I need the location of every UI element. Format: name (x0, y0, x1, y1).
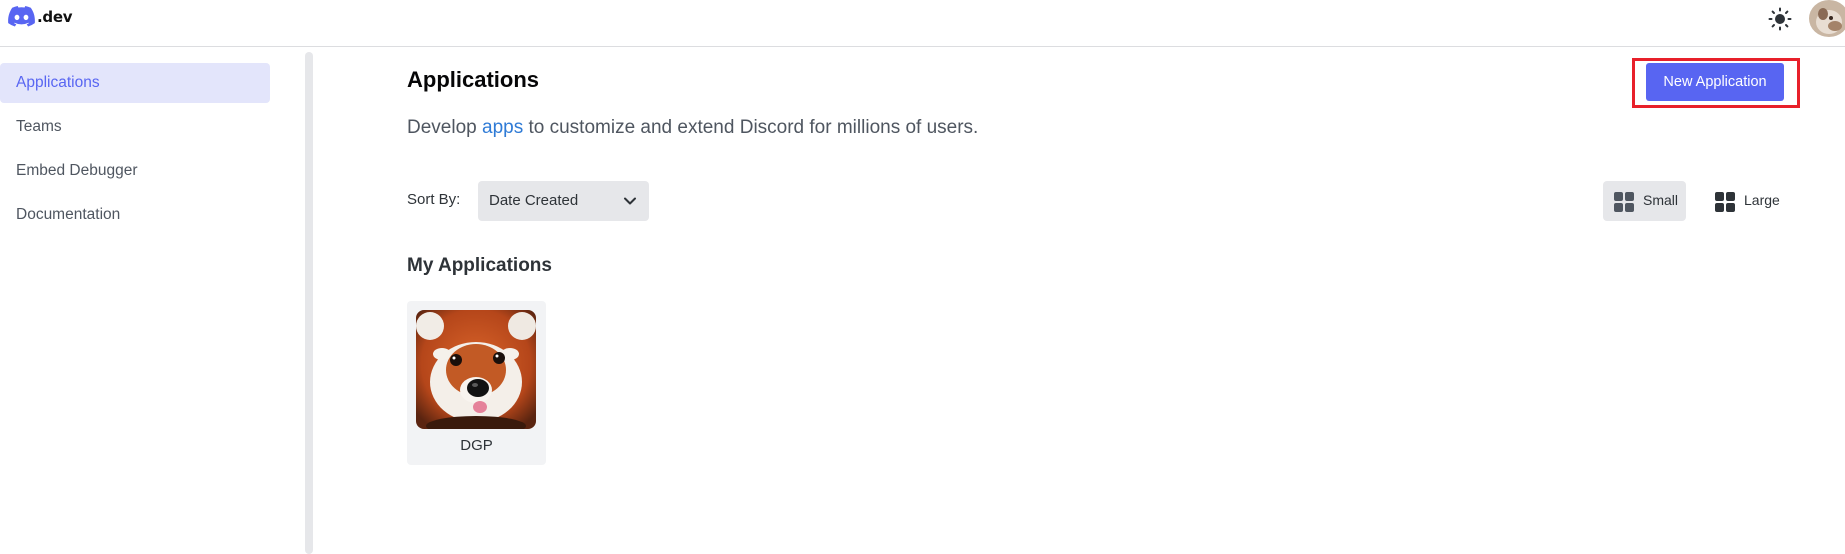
new-application-button[interactable]: New Application (1646, 63, 1784, 101)
discord-icon (8, 6, 35, 27)
page-title: Applications (407, 67, 540, 92)
red-panda-image (416, 310, 536, 429)
sidebar-item-embed-debugger[interactable]: Embed Debugger (0, 151, 270, 191)
view-large-button[interactable]: Large (1704, 181, 1787, 221)
main-content: Applications Develop apps to customize a… (407, 47, 1807, 554)
sidebar-scrollbar[interactable] (305, 52, 313, 554)
sidebar: Applications Teams Embed Debugger Docume… (0, 47, 313, 554)
grid-small-icon (1614, 192, 1634, 212)
top-bar: .dev (0, 0, 1845, 47)
page-description: Develop apps to customize and extend Dis… (407, 117, 978, 139)
avatar-image (1809, 0, 1845, 37)
grid-large-icon (1715, 192, 1735, 212)
sort-by-select[interactable]: Date Created (478, 181, 649, 221)
sidebar-item-applications[interactable]: Applications (0, 63, 270, 103)
theme-toggle-button[interactable] (1766, 5, 1794, 33)
sidebar-item-teams[interactable]: Teams (0, 107, 270, 147)
chevron-down-icon (624, 197, 636, 205)
sort-by-label: Sort By: (407, 191, 461, 208)
my-applications-heading: My Applications (407, 255, 552, 276)
view-small-label: Small (1643, 192, 1679, 208)
view-small-button[interactable]: Small (1603, 181, 1686, 221)
logo-text: .dev (37, 7, 73, 26)
description-text-start: Develop (407, 117, 482, 138)
sidebar-item-documentation[interactable]: Documentation (0, 195, 270, 235)
description-text-end: to customize and extend Discord for mill… (523, 117, 979, 138)
sun-icon (1768, 7, 1792, 31)
application-name: DGP (460, 437, 493, 454)
user-avatar[interactable] (1809, 0, 1845, 37)
sort-by-value: Date Created (489, 192, 579, 209)
apps-link[interactable]: apps (482, 117, 523, 138)
discord-dev-logo[interactable]: .dev (8, 6, 72, 27)
view-large-label: Large (1744, 192, 1780, 208)
application-card[interactable]: DGP (407, 301, 546, 465)
